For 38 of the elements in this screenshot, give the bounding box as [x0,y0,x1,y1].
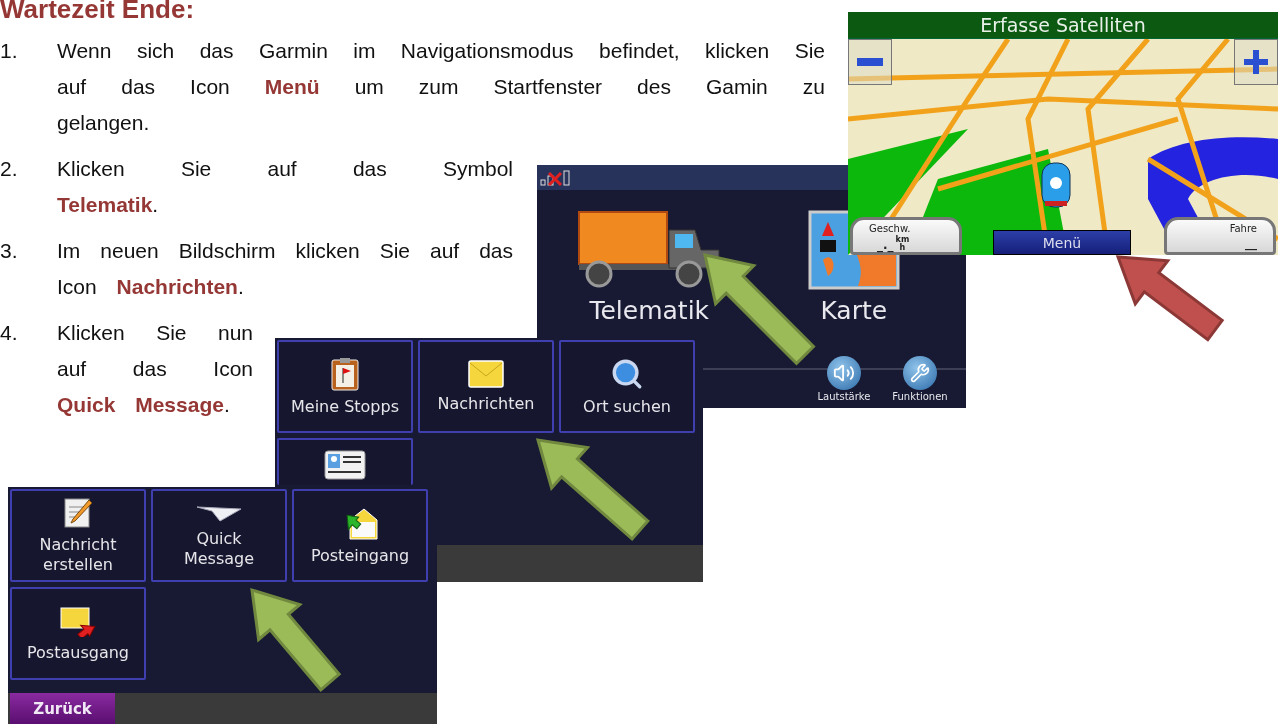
plus-icon [1244,50,1268,74]
car-icon [1040,161,1072,209]
zoom-in-button[interactable] [1234,39,1278,85]
step-number: 4. [0,320,19,346]
home-item-label[interactable]: Karte [820,296,888,325]
step-text: Wenn sich das Garmin im Navigationsmodus befindet, klicken Sie auf das Icon Menü um zum Startfenster des Gamin zu gelangen. [57,38,825,136]
menu-tile[interactable]: Nachricht erstellen [10,489,146,582]
menu-tile[interactable]: Postausgang [10,587,146,680]
notepad-pencil-icon [63,496,93,529]
wrench-icon [910,363,930,383]
screen-title: Erfasse Satelliten [848,12,1278,39]
step-text: Klicken Sie nun auf das Icon Quick Message. [57,320,253,418]
step-text: Im neuen Bildschirm klicken Sie auf das Icon Nachrichten. [57,238,513,300]
menu-tile[interactable]: Meine Stopps [277,340,413,433]
home-item-label[interactable]: Telematik [589,296,710,325]
back-button[interactable]: Zurück [10,693,115,724]
tools-button[interactable]: Funktionen [884,356,956,408]
trip-panel: Fahre __ [1164,217,1276,255]
volume-button[interactable]: Lautstärke [808,356,880,408]
signal-icon [540,169,572,186]
menu-button[interactable]: Menü [993,230,1131,255]
step-number: 3. [0,238,19,264]
contact-card-icon [324,450,366,480]
icon-tile[interactable] [277,438,413,485]
speaker-icon [833,362,855,384]
section-heading: Wartezeit Ende: [0,0,196,23]
menu-tile[interactable]: Nachrichten [418,340,554,433]
step-text: Klicken Sie auf das Symbol Telematik. [57,156,513,218]
menu-tile[interactable]: Quick Message [151,489,287,582]
envelope-icon [468,359,504,388]
clipboard-flag-icon [330,356,360,391]
step-number: 2. [0,156,19,182]
envelope-arrow-icon [59,604,97,637]
zoom-out-button[interactable] [848,39,892,85]
minus-icon [857,58,883,66]
menu-tile[interactable]: Ort suchen [559,340,695,433]
menu-tile[interactable]: Posteingang [292,489,428,582]
step-number: 1. [0,38,19,64]
